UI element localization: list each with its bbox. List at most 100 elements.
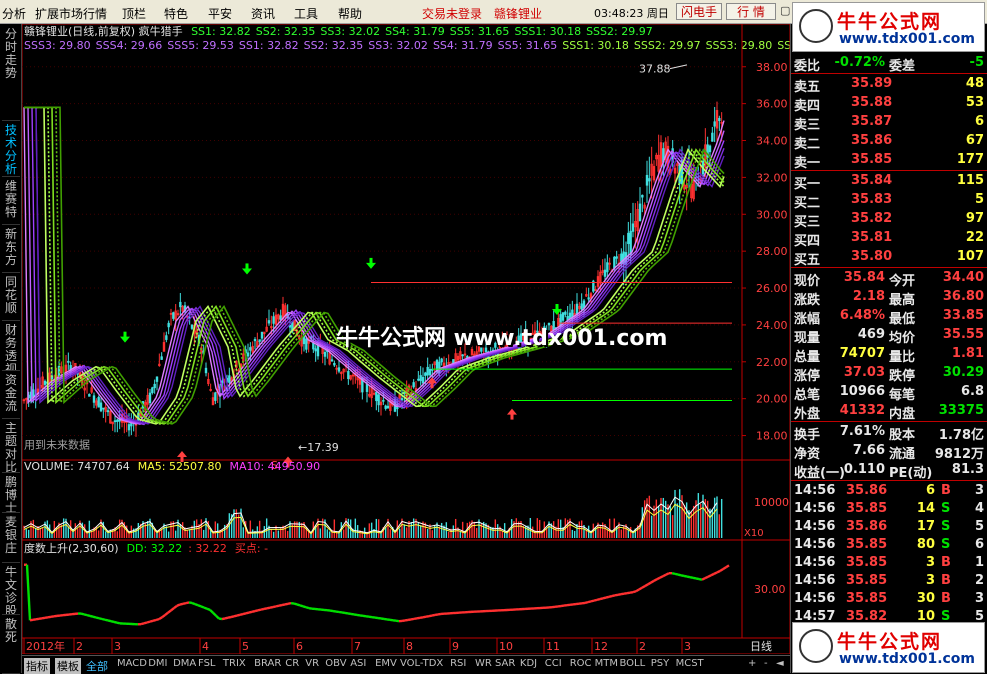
indicator-tab-emv[interactable]: EMV (375, 658, 397, 669)
order-book-row[interactable]: 买四35.8122 (791, 229, 987, 248)
indicator-tab-cr[interactable]: CR (285, 658, 299, 669)
ratio-row: 委比-0.72%委差-5 (791, 54, 987, 73)
menu-pingan[interactable]: 平安 (208, 5, 232, 22)
tab-scroll-icon[interactable]: ◄ (776, 658, 784, 669)
tick-volume: 30 (917, 591, 935, 606)
indicator-tab-sar[interactable]: SAR (495, 658, 515, 669)
sidebar-tab-0[interactable]: 分时走势 (2, 28, 20, 121)
sidebar-tab-9[interactable]: 麦银庄 (2, 516, 20, 563)
sidebar-tab-8[interactable]: 鹏博士 (2, 476, 20, 513)
indicator-tab-dma[interactable]: DMA (173, 658, 196, 669)
price-tick-label: 20.00 (756, 393, 788, 406)
stock-name-link[interactable]: 赣锋锂业 (494, 5, 542, 22)
dd-line-segment (618, 594, 621, 595)
divider (791, 267, 987, 268)
sidebar-tab-11[interactable]: 散死 (2, 618, 20, 674)
dd-line-segment (435, 614, 438, 615)
order-volume: 107 (957, 249, 984, 264)
menu-topbar[interactable]: 顶栏 (122, 5, 146, 22)
quote-label: 涨幅 (794, 308, 820, 327)
quote-label: 现量 (794, 327, 820, 346)
dd-line-segment (597, 599, 600, 600)
candle-body (103, 408, 105, 409)
indicator-tab-boll[interactable]: BOLL (620, 658, 646, 669)
indicator-tab-vr[interactable]: VR (305, 658, 319, 669)
dd-line-segment (660, 576, 663, 577)
order-book-row[interactable]: 买一35.84115 (791, 172, 987, 191)
indicator-tab-trix[interactable]: TRIX (223, 658, 246, 669)
sidebar-tab-6[interactable]: 资金流 (2, 374, 20, 419)
order-book-row[interactable]: 买三35.8297 (791, 210, 987, 229)
menu-analysis[interactable]: 分析 (2, 5, 26, 22)
trade-login-status[interactable]: 交易未登录 (422, 5, 482, 22)
sidebar-tab-10[interactable]: 牛文诊股 (2, 566, 20, 615)
menu-news[interactable]: 资讯 (251, 5, 275, 22)
indicator-tab-rsi[interactable]: RSI (450, 658, 466, 669)
dd-line-segment (231, 616, 234, 617)
tick-side: S (941, 519, 950, 534)
menu-help[interactable]: 帮助 (338, 5, 362, 22)
indicator-tab-psy[interactable]: PSY (651, 658, 670, 669)
indicator-tab-指标[interactable]: 指标 (24, 658, 50, 674)
dd-line-segment (693, 578, 696, 579)
sidebar-tab-4[interactable]: 同花顺 (2, 276, 20, 321)
candle-body (376, 392, 378, 400)
dd-line-segment (402, 620, 405, 621)
indicator-tab-cci[interactable]: CCI (545, 658, 562, 669)
indicator-tab-mtm[interactable]: MTM (595, 658, 618, 669)
indicator-tab-roc[interactable]: ROC (570, 658, 592, 669)
dd-line-segment (606, 597, 609, 598)
dd-line-segment (189, 602, 192, 603)
indicator-tab-kdj[interactable]: KDJ (520, 658, 537, 669)
sidebar-tab-2[interactable]: 维赛特 (2, 180, 20, 225)
indicator-tab-fsl[interactable]: FSL (198, 658, 216, 669)
sidebar-tab-1[interactable]: 技术分析 (2, 124, 20, 177)
indicator-tab-macd[interactable]: MACD (117, 658, 147, 669)
indicator-tab-asi[interactable]: ASI (350, 658, 366, 669)
order-book-row[interactable]: 卖三35.876 (791, 113, 987, 132)
flash-trade-button[interactable]: 闪电手 (676, 3, 722, 20)
candle-body (114, 421, 116, 422)
order-book-row[interactable]: 卖一35.85177 (791, 151, 987, 170)
sidebar-tab-5[interactable]: 财务透视 (2, 324, 20, 371)
quote-label: 委差 (889, 55, 915, 74)
x-axis-label: 8 (406, 640, 413, 653)
candle-body (334, 363, 336, 365)
dd-line-segment (420, 617, 423, 618)
indicator-tab-dmi[interactable]: DMI (148, 658, 167, 669)
order-book-row[interactable]: 卖四35.8853 (791, 94, 987, 113)
tab-add-icon[interactable]: + (748, 658, 756, 669)
indicator-tab-brar[interactable]: BRAR (254, 658, 281, 669)
x-axis-label: 10 (499, 640, 513, 653)
quote-button[interactable]: 行 情 (726, 3, 776, 20)
order-book-row[interactable]: 卖五35.8948 (791, 75, 987, 94)
indicator-tab-mcst[interactable]: MCST (676, 658, 704, 669)
candle-body (261, 332, 263, 338)
candle-body (422, 377, 424, 383)
menu-extended-market[interactable]: 扩展市场行情 (35, 5, 107, 22)
indicator-tab-模板[interactable]: 模板 (55, 658, 81, 674)
x-axis-label: 3 (114, 640, 121, 653)
order-book-row[interactable]: 买五35.80107 (791, 248, 987, 267)
dd-line-segment (192, 603, 195, 604)
tab-remove-icon[interactable]: - (764, 658, 768, 669)
indicator-tab-obv[interactable]: OBV (325, 658, 346, 669)
brand-logo-bottom: 牛牛公式网 www.tdx001.com (792, 622, 985, 673)
candle-body (191, 325, 193, 328)
candle-body (166, 336, 168, 340)
dd-line-segment (417, 618, 420, 619)
period-label[interactable]: 日线 (750, 639, 772, 653)
indicator-tab-全部[interactable]: 全部 (86, 658, 108, 674)
indicator-tab-wr[interactable]: WR (475, 658, 492, 669)
indicator-tab-vol-tdx[interactable]: VOL-TDX (400, 658, 443, 669)
order-book-row[interactable]: 卖二35.8667 (791, 132, 987, 151)
sidebar-tab-7[interactable]: 主题对比 (2, 422, 20, 473)
menu-features[interactable]: 特色 (164, 5, 188, 22)
order-book-row[interactable]: 买二35.835 (791, 191, 987, 210)
menu-tools[interactable]: 工具 (294, 5, 318, 22)
window-controls-icon[interactable]: ▢ (780, 4, 790, 17)
sidebar-tab-3[interactable]: 新东方 (2, 228, 20, 273)
stat-row: 总笔10966每笔6.8 (791, 383, 987, 402)
quote-value: 35.55 (943, 327, 984, 342)
quote-value: 74707 (840, 346, 885, 361)
